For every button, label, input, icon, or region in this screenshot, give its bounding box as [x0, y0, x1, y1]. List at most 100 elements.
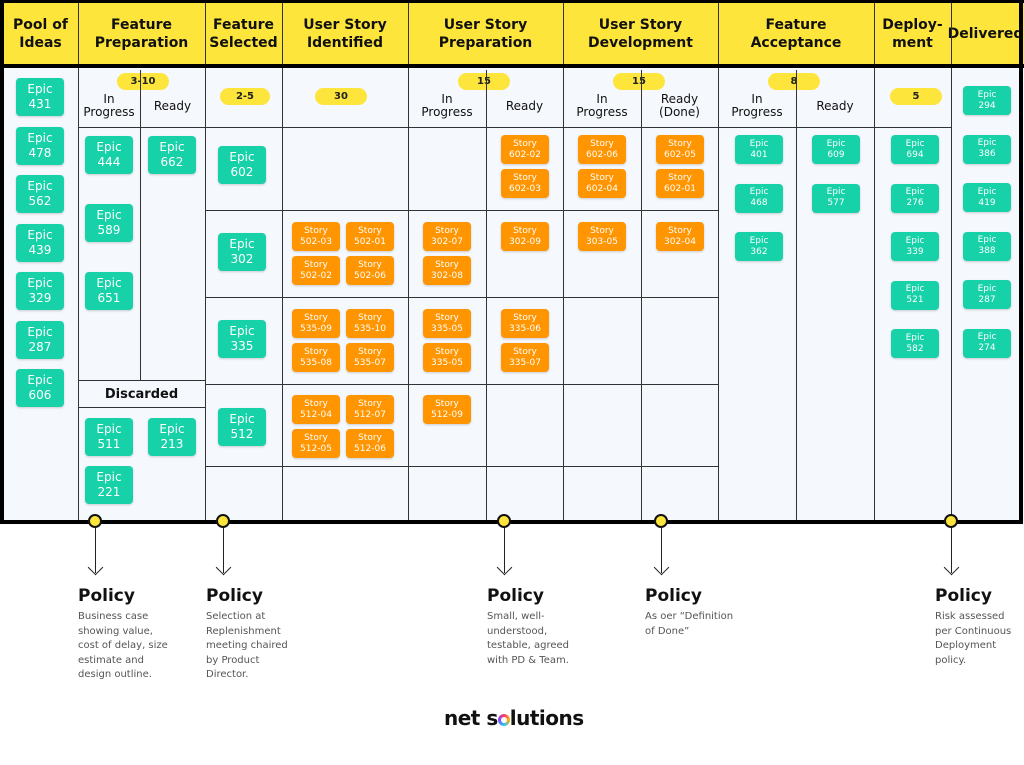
board-bottom-border — [0, 520, 1022, 524]
arrow-down-icon — [653, 559, 670, 576]
epic-card[interactable]: Epic 335 — [218, 320, 266, 358]
story-card[interactable]: Story 302-09 — [501, 222, 549, 251]
story-card[interactable]: Story 502-01 — [346, 222, 394, 251]
arrow-down-icon — [87, 559, 104, 576]
policy-title: Policy — [206, 586, 263, 606]
story-card[interactable]: Story 535-10 — [346, 309, 394, 338]
epic-card[interactable]: Epic 478 — [16, 126, 64, 165]
column-divider — [205, 3, 206, 521]
policy-marker-dot — [654, 514, 668, 528]
story-card[interactable]: Story 502-02 — [292, 256, 340, 285]
epic-card[interactable]: Epic 602 — [218, 146, 266, 184]
epic-card[interactable]: Epic 276 — [891, 183, 939, 213]
epic-card[interactable]: Epic 431 — [16, 78, 64, 116]
column-header-delivered: Delivered — [947, 26, 1024, 42]
subcolumn-header-feature-accept-left: In Progress — [731, 92, 783, 119]
wip-limit-badge-story-prep: 15 — [458, 73, 510, 90]
epic-card[interactable]: Epic 213 — [148, 418, 196, 456]
story-card[interactable]: Story 502-06 — [346, 256, 394, 285]
policy-marker-dot — [216, 514, 230, 528]
story-card[interactable]: Story 512-07 — [346, 395, 394, 424]
epic-card[interactable]: Epic 439 — [16, 223, 64, 262]
epic-card[interactable]: Epic 386 — [963, 134, 1011, 164]
epic-card[interactable]: Epic 339 — [891, 232, 939, 261]
subcolumn-divider — [641, 70, 642, 521]
story-card[interactable]: Story 602-02 — [501, 135, 549, 164]
story-card[interactable]: Story 303-05 — [578, 222, 626, 251]
epic-card[interactable]: Epic 589 — [85, 204, 133, 242]
epic-card[interactable]: Epic 287 — [16, 320, 64, 359]
epic-card[interactable]: Epic 662 — [148, 136, 196, 174]
epic-card[interactable]: Epic 287 — [963, 280, 1011, 309]
board-top-border — [0, 0, 1024, 3]
board-right-border — [1019, 0, 1023, 524]
column-divider — [718, 3, 719, 521]
epic-card[interactable]: Epic 329 — [16, 272, 64, 310]
story-card[interactable]: Story 302-07 — [423, 222, 471, 251]
policy-marker-dot — [944, 514, 958, 528]
subcolumn-header-story-prep-right: Ready — [505, 98, 544, 113]
epic-card[interactable]: Epic 562 — [16, 175, 64, 213]
story-card[interactable]: Story 512-09 — [423, 395, 471, 424]
epic-card[interactable]: Epic 444 — [85, 136, 133, 174]
wip-limit-badge-feature-selected: 2-5 — [220, 88, 270, 105]
story-card[interactable]: Story 512-06 — [346, 429, 394, 458]
kanban-board: Pool of Ideas Feature Preparation Feature … — [0, 0, 1024, 525]
epic-card[interactable]: Epic 694 — [891, 135, 939, 164]
story-card[interactable]: Story 302-08 — [423, 256, 471, 285]
column-divider — [874, 3, 875, 521]
epic-card[interactable]: Epic 294 — [963, 86, 1011, 115]
story-card[interactable]: Story 602-06 — [578, 135, 626, 164]
story-card[interactable]: Story 502-03 — [292, 222, 340, 251]
board-left-border — [0, 0, 4, 524]
epic-card[interactable]: Epic 606 — [16, 369, 64, 407]
column-divider — [951, 3, 952, 521]
story-card[interactable]: Story 335-06 — [501, 309, 549, 338]
wip-limit-badge-story-identified: 30 — [315, 88, 367, 105]
story-card[interactable]: Story 512-04 — [292, 395, 340, 424]
epic-card[interactable]: Epic 521 — [891, 280, 939, 310]
story-card[interactable]: Story 602-01 — [656, 169, 704, 198]
policy-description: Business case showing value, cost of del… — [78, 611, 168, 680]
epic-card[interactable]: Epic 511 — [85, 418, 133, 456]
policy-title: Policy — [935, 586, 992, 606]
epic-card[interactable]: Epic 577 — [812, 183, 860, 213]
epic-card[interactable]: Epic 362 — [735, 232, 783, 261]
story-card[interactable]: Story 535-07 — [346, 343, 394, 372]
epic-card[interactable]: Epic 609 — [812, 135, 860, 164]
swimlane-divider — [205, 297, 718, 298]
story-card[interactable]: Story 535-08 — [292, 343, 340, 372]
epic-card[interactable]: Epic 388 — [963, 231, 1011, 261]
epic-card[interactable]: Epic 302 — [218, 233, 266, 271]
epic-card[interactable]: Epic 651 — [85, 272, 133, 310]
story-card[interactable]: Story 602-03 — [501, 169, 549, 198]
epic-card[interactable]: Epic 274 — [963, 328, 1011, 358]
column-divider — [408, 3, 409, 521]
column-header-story-dev: User Story Development — [588, 17, 693, 51]
subcolumn-divider — [486, 70, 487, 521]
policy-marker-dot — [88, 514, 102, 528]
epic-card[interactable]: Epic 468 — [735, 183, 783, 213]
story-card[interactable]: Story 302-04 — [656, 222, 704, 251]
subcolumn-header-feature-prep-right: Ready — [153, 98, 192, 113]
column-divider — [282, 3, 283, 521]
story-card[interactable]: Story 602-04 — [578, 169, 626, 198]
epic-card[interactable]: Epic 419 — [963, 183, 1011, 212]
epic-card[interactable]: Epic 512 — [218, 408, 266, 446]
story-card[interactable]: Story 602-05 — [656, 135, 704, 164]
epic-card[interactable]: Epic 582 — [891, 329, 939, 358]
subcolumn-header-feature-accept-right: Ready — [816, 98, 854, 113]
wip-limit-badge-story-dev: 15 — [613, 73, 665, 90]
arrow-down-icon — [215, 559, 232, 576]
story-card[interactable]: Story 335-07 — [501, 343, 549, 372]
policy-description: As oer “Definition of Done” — [645, 611, 734, 637]
epic-card[interactable]: Epic 221 — [85, 466, 133, 504]
story-card[interactable]: Story 335-05 — [423, 309, 471, 338]
wip-limit-badge-deployment: 5 — [890, 88, 942, 105]
story-card[interactable]: Story 535-09 — [292, 309, 340, 338]
epic-card[interactable]: Epic 401 — [735, 135, 783, 164]
story-card[interactable]: Story 335-05 — [423, 343, 471, 372]
subcolumn-divider — [796, 70, 797, 521]
wip-limit-badge-feature-accept: 8 — [768, 73, 820, 90]
story-card[interactable]: Story 512-05 — [292, 429, 340, 458]
